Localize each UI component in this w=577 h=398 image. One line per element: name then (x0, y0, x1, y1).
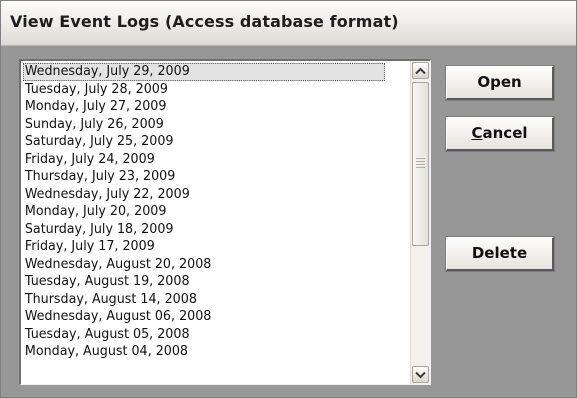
list-item[interactable]: Monday, July 20, 2009 (23, 203, 385, 221)
scroll-thumb[interactable] (412, 82, 429, 246)
list-item[interactable]: Thursday, July 23, 2009 (23, 168, 385, 186)
list-item[interactable]: Wednesday, July 22, 2009 (23, 186, 385, 204)
dialog-title: View Event Logs (Access database format) (10, 12, 399, 31)
list-item[interactable]: Monday, August 04, 2008 (23, 343, 385, 361)
list-item[interactable]: Friday, July 17, 2009 (23, 238, 385, 256)
scroll-up-button[interactable] (412, 62, 429, 79)
cancel-button[interactable]: Cancel (446, 117, 554, 151)
scroll-down-button[interactable] (412, 366, 429, 383)
event-logs-dialog: View Event Logs (Access database format)… (0, 0, 577, 398)
grip-icon (416, 158, 425, 168)
list-item[interactable]: Tuesday, August 05, 2008 (23, 326, 385, 344)
list-item[interactable]: Sunday, July 26, 2009 (23, 116, 385, 134)
list-item[interactable]: Wednesday, July 29, 2009 (23, 63, 385, 81)
list-item[interactable]: Saturday, July 25, 2009 (23, 133, 385, 151)
list-item[interactable]: Monday, July 27, 2009 (23, 98, 385, 116)
chevron-up-icon (415, 67, 426, 74)
cancel-mnemonic: C (471, 124, 483, 142)
list-item[interactable]: Saturday, July 18, 2009 (23, 221, 385, 239)
event-log-listbox[interactable]: Wednesday, July 29, 2009 Tuesday, July 28… (19, 59, 431, 385)
vertical-scrollbar[interactable] (410, 61, 430, 384)
list-item[interactable]: Thursday, August 14, 2008 (23, 291, 385, 309)
list-item[interactable]: Tuesday, August 19, 2008 (23, 273, 385, 291)
event-log-items: Wednesday, July 29, 2009 Tuesday, July 28… (23, 63, 408, 361)
cancel-label: ancel (482, 124, 528, 142)
list-item[interactable]: Wednesday, August 06, 2008 (23, 308, 385, 326)
title-bar[interactable]: View Event Logs (Access database format) (1, 1, 576, 46)
list-item[interactable]: Tuesday, July 28, 2009 (23, 81, 385, 99)
open-button[interactable]: Open (446, 66, 554, 100)
list-item[interactable]: Wednesday, August 20, 2008 (23, 256, 385, 274)
delete-button[interactable]: Delete (446, 237, 554, 271)
chevron-down-icon (415, 371, 426, 378)
list-item[interactable]: Friday, July 24, 2009 (23, 151, 385, 169)
